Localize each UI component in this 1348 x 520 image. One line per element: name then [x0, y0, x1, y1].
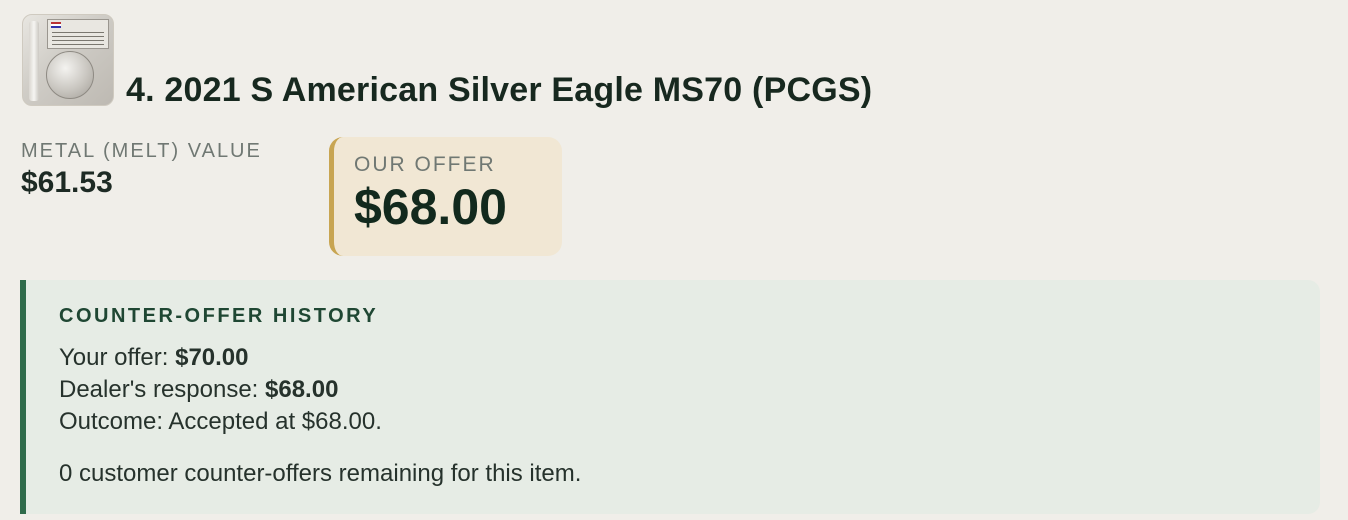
- dealer-response-line: Dealer's response: $68.00: [59, 374, 1320, 406]
- slab-label-graphic: [47, 19, 109, 49]
- item-title: 4. 2021 S American Silver Eagle MS70 (PC…: [126, 71, 873, 109]
- melt-value-amount: $61.53: [21, 166, 113, 199]
- dealer-response-label: Dealer's response:: [59, 376, 266, 403]
- outcome-line: Outcome: Accepted at $68.00.: [59, 408, 382, 435]
- coin-icon: [46, 51, 94, 99]
- item-header: 4. 2021 S American Silver Eagle MS70 (PC…: [22, 14, 872, 109]
- your-offer-line: Your offer: $70.00: [59, 342, 1320, 374]
- slab-edge: [29, 21, 39, 101]
- counter-offer-history-panel: COUNTER-OFFER HISTORY Your offer: $70.00…: [20, 280, 1320, 514]
- your-offer-label: Your offer:: [59, 344, 176, 371]
- label-text-lines: [52, 32, 104, 46]
- counter-offer-history-heading: COUNTER-OFFER HISTORY: [59, 305, 379, 327]
- dealer-response-amount: $68.00: [265, 376, 339, 403]
- melt-value-label: METAL (MELT) VALUE: [21, 140, 262, 162]
- our-offer-card: OUR OFFER $68.00: [329, 137, 562, 256]
- your-offer-amount: $70.00: [175, 344, 249, 371]
- melt-value-block: METAL (MELT) VALUE $61.53: [21, 140, 262, 200]
- our-offer-label: OUR OFFER: [354, 153, 496, 176]
- remaining-counter-offers-note: 0 customer counter-offers remaining for …: [59, 460, 582, 487]
- our-offer-amount: $68.00: [354, 179, 507, 235]
- flag-icon: [51, 22, 61, 28]
- coin-thumbnail[interactable]: [22, 14, 114, 106]
